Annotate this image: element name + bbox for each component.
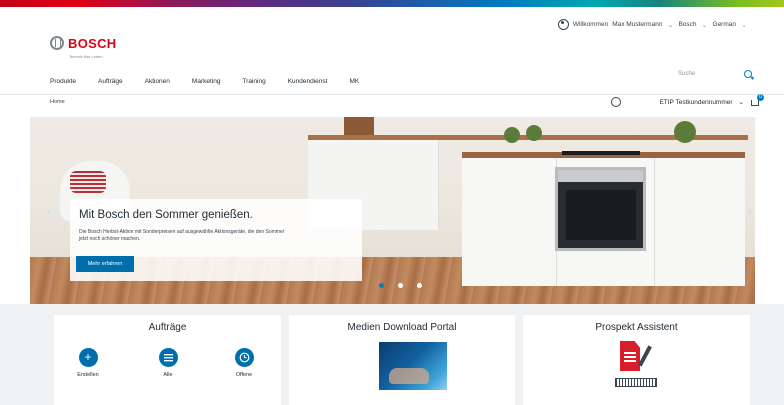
nav-item-aktionen[interactable]: Aktionen xyxy=(145,78,170,85)
brand-supergraphic xyxy=(0,0,784,7)
cart-badge: 0 xyxy=(757,94,764,101)
clock-icon xyxy=(234,348,254,367)
ruler-icon xyxy=(615,378,657,387)
carousel-dot[interactable] xyxy=(379,283,384,288)
chevron-down-icon[interactable]: ⌄ xyxy=(666,21,674,29)
logo-tagline: Technik fürs Leben xyxy=(69,54,103,59)
user-icon[interactable] xyxy=(557,19,569,30)
bosch-logo[interactable]: BOSCH xyxy=(50,36,116,50)
chevron-down-icon[interactable]: ⌄ xyxy=(740,21,748,29)
main-navigation: Produkte Aufträge Aktionen Marketing Tra… xyxy=(50,78,381,85)
toolbar-right: ETIP Testkundennummer ⌄ 0 xyxy=(611,94,764,107)
utility-bar: Willkommen Max Mustermann ⌄ Bosch ⌄ Germ… xyxy=(557,19,748,30)
carousel-prev-arrow[interactable]: ‹ xyxy=(47,204,51,218)
user-greeting: Willkommen xyxy=(572,21,609,28)
plus-icon: + xyxy=(78,348,98,367)
language-selector[interactable]: German xyxy=(713,21,736,28)
create-order-label: Erstellen xyxy=(77,372,99,378)
carousel-dot[interactable] xyxy=(398,283,403,288)
logo-wordmark: BOSCH xyxy=(68,35,117,51)
document-icon xyxy=(620,341,640,371)
nav-item-auftraege[interactable]: Aufträge xyxy=(98,78,123,85)
nav-item-kundendienst[interactable]: Kundendienst xyxy=(288,78,328,85)
open-orders-label: Offene xyxy=(235,372,253,378)
orders-card-title: Aufträge xyxy=(148,322,187,333)
carousel-dots xyxy=(379,283,422,288)
hero-teaser: Mit Bosch den Sommer genießen. Die Bosch… xyxy=(70,199,362,281)
bosch-armature-icon xyxy=(50,36,64,50)
prospekt-assistent-card[interactable]: Prospekt Assistent xyxy=(523,315,750,405)
nav-item-marketing[interactable]: Marketing xyxy=(192,78,221,85)
nav-item-mk[interactable]: MK xyxy=(349,78,359,85)
page: Willkommen Max Mustermann ⌄ Bosch ⌄ Germ… xyxy=(0,0,784,405)
orders-card: Aufträge + Erstellen Alle Offene xyxy=(54,315,281,405)
user-name[interactable]: Max Mustermann xyxy=(612,21,662,28)
search-input[interactable]: Suche xyxy=(678,67,756,81)
hero-title: Mit Bosch den Sommer genießen. xyxy=(79,209,253,221)
search-icon[interactable] xyxy=(744,70,752,78)
oven-illustration xyxy=(555,167,646,251)
settings-icon[interactable] xyxy=(611,97,622,107)
media-card-title: Medien Download Portal xyxy=(347,322,457,333)
cart-icon[interactable]: 0 xyxy=(750,94,764,107)
header-divider xyxy=(0,94,784,95)
nav-item-training[interactable]: Training xyxy=(242,78,265,85)
pen-icon xyxy=(638,345,652,367)
hero-text: Die Bosch Herbst-Aktion mit Sonderpreise… xyxy=(79,229,285,242)
media-teaser-image xyxy=(379,342,447,390)
list-icon xyxy=(158,348,178,367)
search-placeholder: Suche xyxy=(678,71,696,77)
all-orders-label: Alle xyxy=(163,372,173,378)
breadcrumb[interactable]: Home xyxy=(50,99,65,105)
prospekt-card-title: Prospekt Assistent xyxy=(595,322,678,333)
create-order-button[interactable]: + Erstellen xyxy=(68,348,108,378)
media-download-card[interactable]: Medien Download Portal xyxy=(289,315,515,405)
carousel-dot[interactable] xyxy=(417,283,422,288)
carousel-next-arrow[interactable]: › xyxy=(748,204,752,218)
company-selector[interactable]: Bosch xyxy=(678,21,696,28)
nav-item-produkte[interactable]: Produkte xyxy=(50,78,76,85)
etip-selector[interactable]: ETIP Testkundennummer xyxy=(659,99,732,106)
chevron-down-icon[interactable]: ⌄ xyxy=(739,98,744,106)
mehr-erfahren-button[interactable]: Mehr erfahren xyxy=(76,256,134,272)
all-orders-button[interactable]: Alle xyxy=(148,348,188,378)
open-orders-button[interactable]: Offene xyxy=(224,348,264,378)
chevron-down-icon[interactable]: ⌄ xyxy=(701,21,709,29)
